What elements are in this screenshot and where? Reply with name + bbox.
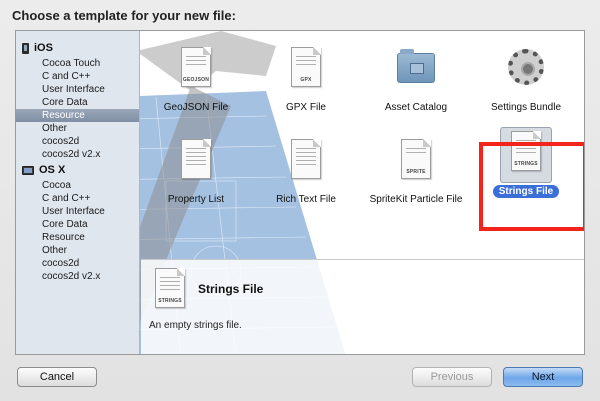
template-grid: GEOJSON GeoJSON File GPX GPX File Asset … [141,31,584,259]
sidebar-item-cocoa[interactable]: Cocoa [16,179,139,192]
sidebar-section-osx[interactable]: OS X [16,161,139,179]
template-gpx-file[interactable]: GPX GPX File [251,39,361,123]
strings-file-icon: STRINGS [153,268,189,310]
sidebar-item-cocos2d-v2[interactable]: cocos2d v2.x [16,148,139,161]
template-label: Asset Catalog [384,102,448,113]
folder-icon [395,47,437,95]
sidebar-item-user-interface[interactable]: User Interface [16,205,139,218]
mac-icon [22,165,34,175]
template-rich-text-file[interactable]: Rich Text File [251,131,361,215]
sidebar-item-cocos2d[interactable]: cocos2d [16,257,139,270]
sidebar-section-label: iOS [34,42,53,54]
template-label-selected: Strings File [492,185,560,198]
template-label: Rich Text File [276,194,336,205]
strings-file-icon: STRINGS [505,131,547,179]
sidebar-item-core-data[interactable]: Core Data [16,96,139,109]
sidebar-item-other[interactable]: Other [16,122,139,135]
template-label: SpriteKit Particle File [369,194,463,205]
sprite-file-icon: SPRITE [395,139,437,187]
next-button[interactable]: Next [503,367,583,387]
template-property-list[interactable]: Property List [141,131,251,215]
cancel-button[interactable]: Cancel [17,367,97,387]
sidebar-item-c-and-cpp[interactable]: C and C++ [16,192,139,205]
plist-file-icon [175,139,217,187]
new-file-dialog: Choose a template for your new file: iOS… [0,0,600,401]
sidebar-item-c-and-cpp[interactable]: C and C++ [16,70,139,83]
dialog-prompt: Choose a template for your new file: [12,8,236,23]
template-strings-file[interactable]: STRINGS Strings File [471,122,581,206]
sidebar-item-other[interactable]: Other [16,244,139,257]
detail-description: An empty strings file. [149,320,242,331]
sidebar-item-cocos2d-v2[interactable]: cocos2d v2.x [16,270,139,283]
template-category-sidebar: iOS Cocoa Touch C and C++ User Interface… [16,31,140,354]
geojson-file-icon: GEOJSON [175,47,217,95]
template-label: GPX File [285,102,326,113]
sidebar-item-core-data[interactable]: Core Data [16,218,139,231]
template-label: GeoJSON File [163,102,229,113]
detail-title: Strings File [198,282,264,296]
template-label: Property List [167,194,225,205]
template-label: Settings Bundle [490,102,562,113]
gear-icon [505,47,547,95]
previous-button[interactable]: Previous [412,367,492,387]
template-spritekit-particle-file[interactable]: SPRITE SpriteKit Particle File [361,131,471,215]
sidebar-item-user-interface[interactable]: User Interface [16,83,139,96]
gpx-file-icon: GPX [285,47,327,95]
template-settings-bundle[interactable]: Settings Bundle [471,39,581,123]
sidebar-section-label: OS X [39,164,66,176]
sidebar-item-cocoa-touch[interactable]: Cocoa Touch [16,57,139,70]
sidebar-item-resource[interactable]: Resource [16,109,139,122]
sidebar-section-ios[interactable]: iOS [16,39,139,57]
iphone-icon [22,42,29,54]
sidebar-item-resource[interactable]: Resource [16,231,139,244]
rtf-file-icon [285,139,327,187]
template-detail-pane: STRINGS Strings File An empty strings fi… [141,259,584,354]
sidebar-item-cocos2d[interactable]: cocos2d [16,135,139,148]
template-asset-catalog[interactable]: Asset Catalog [361,39,471,123]
template-chooser: iOS Cocoa Touch C and C++ User Interface… [15,30,585,355]
template-geojson-file[interactable]: GEOJSON GeoJSON File [141,39,251,123]
